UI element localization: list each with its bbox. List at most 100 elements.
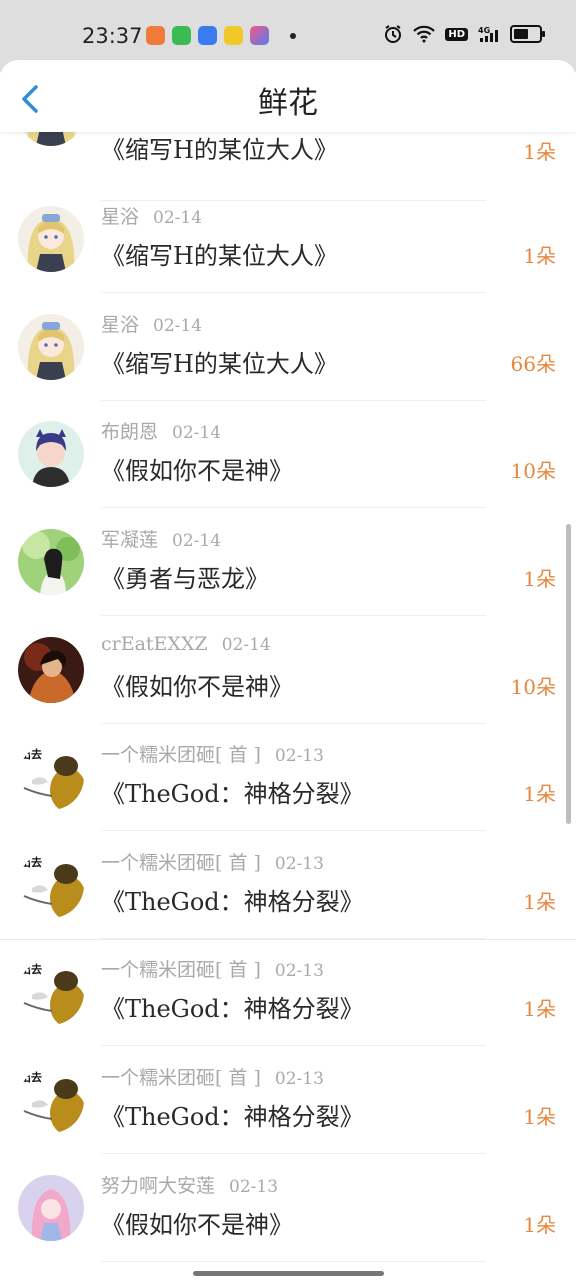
flower-count: 10朵 [510,459,556,483]
user-avatar[interactable] [18,529,84,595]
list-item[interactable]: 出去 一个糯米团砸[ 首 ] 02-13 《TheGod：神格分裂》 1朵 [0,832,576,939]
app-notification-icon [250,26,269,45]
list-item[interactable]: 布朗恩 02-14 《假如你不是神》 10朵 [0,401,576,508]
user-avatar[interactable] [18,314,84,380]
user-avatar[interactable] [18,206,84,272]
book-title[interactable]: 《TheGod：神格分裂》 [101,1097,364,1132]
divider [0,939,576,940]
flower-count: 1朵 [523,1213,556,1237]
app-notification-icon [146,26,165,45]
gift-date: 02-13 [274,1069,324,1089]
flower-count: 10朵 [510,675,556,699]
book-title[interactable]: 《缩写H的某位大人》 [101,236,338,271]
username[interactable]: 星浴 [101,314,139,336]
username[interactable]: 一个糯米团砸[ 首 ] [101,744,261,766]
user-avatar[interactable] [18,1175,84,1241]
user-meta: 一个糯米团砸[ 首 ] 02-13 [101,740,324,767]
svg-text:4G: 4G [478,26,490,35]
home-indicator[interactable] [193,1271,384,1276]
scrollbar[interactable] [566,524,571,824]
row-divider [101,1153,486,1154]
svg-text:出去: 出去 [20,1070,42,1084]
list-item[interactable]: 努力啊大安莲 02-13 《假如你不是神》 1朵 [0,1155,576,1262]
flower-count: 1朵 [523,782,556,806]
book-title[interactable]: 《勇者与恶龙》 [101,559,269,594]
book-title[interactable]: 《假如你不是神》 [101,451,293,486]
list-item[interactable]: 出去 一个糯米团砸[ 首 ] 02-13 《TheGod：神格分裂》 1朵 [0,939,576,1046]
svg-text:出去: 出去 [20,962,42,976]
notification-icons [146,26,296,45]
flower-count: 1朵 [523,140,556,164]
battery-icon [510,25,545,43]
user-meta: 一个糯米团砸[ 首 ] 02-13 [101,955,324,982]
username[interactable]: 布朗恩 [101,421,158,443]
user-avatar[interactable] [18,637,84,703]
user-avatar[interactable]: 出去 [18,959,84,1025]
app-notification-icon [224,26,243,45]
row-divider [101,292,486,293]
row-divider [101,1261,486,1262]
list-item[interactable]: 出去 一个糯米团砸[ 首 ] 02-13 《TheGod：神格分裂》 1朵 [0,1047,576,1154]
username[interactable]: 星浴 [101,206,139,228]
username[interactable]: 军凝莲 [101,529,158,551]
user-avatar[interactable]: 出去 [18,852,84,918]
gift-date: 02-14 [221,635,271,655]
list-item[interactable]: crEatEXXZ 02-14 《假如你不是神》 10朵 [0,617,576,724]
svg-text:出去: 出去 [20,747,42,761]
signal-4g-icon: 4G [478,26,498,42]
flower-count: 66朵 [510,352,556,376]
gift-date: 02-13 [229,1177,279,1197]
flower-count: 1朵 [523,1105,556,1129]
flower-count: 1朵 [523,890,556,914]
book-title[interactable]: 《缩写H的某位大人》 [101,130,338,165]
user-meta: crEatEXXZ 02-14 [101,633,271,655]
flower-count: 1朵 [523,244,556,268]
page-title: 鲜花 [258,86,318,121]
user-meta: 努力啊大安莲 02-13 [101,1171,278,1198]
status-time: 23:37 [82,24,143,48]
user-avatar[interactable]: 出去 [18,744,84,810]
book-title[interactable]: 《缩写H的某位大人》 [101,344,338,379]
username[interactable]: 一个糯米团砸[ 首 ] [101,1067,261,1089]
gift-date: 02-14 [172,423,222,443]
gift-date: 02-13 [274,854,324,874]
gift-date: 02-14 [172,531,222,551]
wifi-icon [413,25,436,43]
book-title[interactable]: 《TheGod：神格分裂》 [101,774,364,809]
list-item[interactable]: 星浴 02-14 《缩写H的某位大人》 1朵 [0,186,576,293]
book-title[interactable]: 《假如你不是神》 [101,1205,293,1240]
username[interactable]: 一个糯米团砸[ 首 ] [101,959,261,981]
nav-header: 鲜花 [0,60,576,132]
gift-date: 02-14 [153,208,203,228]
username[interactable]: crEatEXXZ [101,633,208,655]
user-avatar[interactable]: 出去 [18,1067,84,1133]
row-divider [101,830,486,831]
username[interactable]: 一个糯米团砸[ 首 ] [101,852,261,874]
row-divider [101,507,486,508]
app-notification-icon [198,26,217,45]
gift-date: 02-14 [153,316,203,336]
book-title[interactable]: 《TheGod：神格分裂》 [101,989,364,1024]
flower-count: 1朵 [523,997,556,1021]
app-notification-icon [172,26,191,45]
user-meta: 星浴 02-14 [101,202,202,229]
alarm-icon [385,25,402,43]
row-divider [101,615,486,616]
user-meta: 军凝莲 02-14 [101,525,221,552]
list-item[interactable]: 军凝莲 02-14 《勇者与恶龙》 1朵 [0,509,576,616]
user-meta: 一个糯米团砸[ 首 ] 02-13 [101,848,324,875]
list-item[interactable]: 星浴 02-14 《缩写H的某位大人》 66朵 [0,294,576,401]
user-meta: 星浴 02-14 [101,310,202,337]
book-title[interactable]: 《假如你不是神》 [101,667,293,702]
hd-icon: HD [445,27,468,41]
book-title[interactable]: 《TheGod：神格分裂》 [101,882,364,917]
username[interactable]: 努力啊大安莲 [101,1175,215,1197]
more-notifications-dot [290,32,296,39]
gift-date: 02-13 [274,961,324,981]
list-item[interactable]: 出去 一个糯米团砸[ 首 ] 02-13 《TheGod：神格分裂》 1朵 [0,724,576,831]
user-meta: 一个糯米团砸[ 首 ] 02-13 [101,1063,324,1090]
user-avatar[interactable] [18,421,84,487]
svg-text:出去: 出去 [20,855,42,869]
flower-count: 1朵 [523,567,556,591]
gift-date: 02-13 [274,746,324,766]
